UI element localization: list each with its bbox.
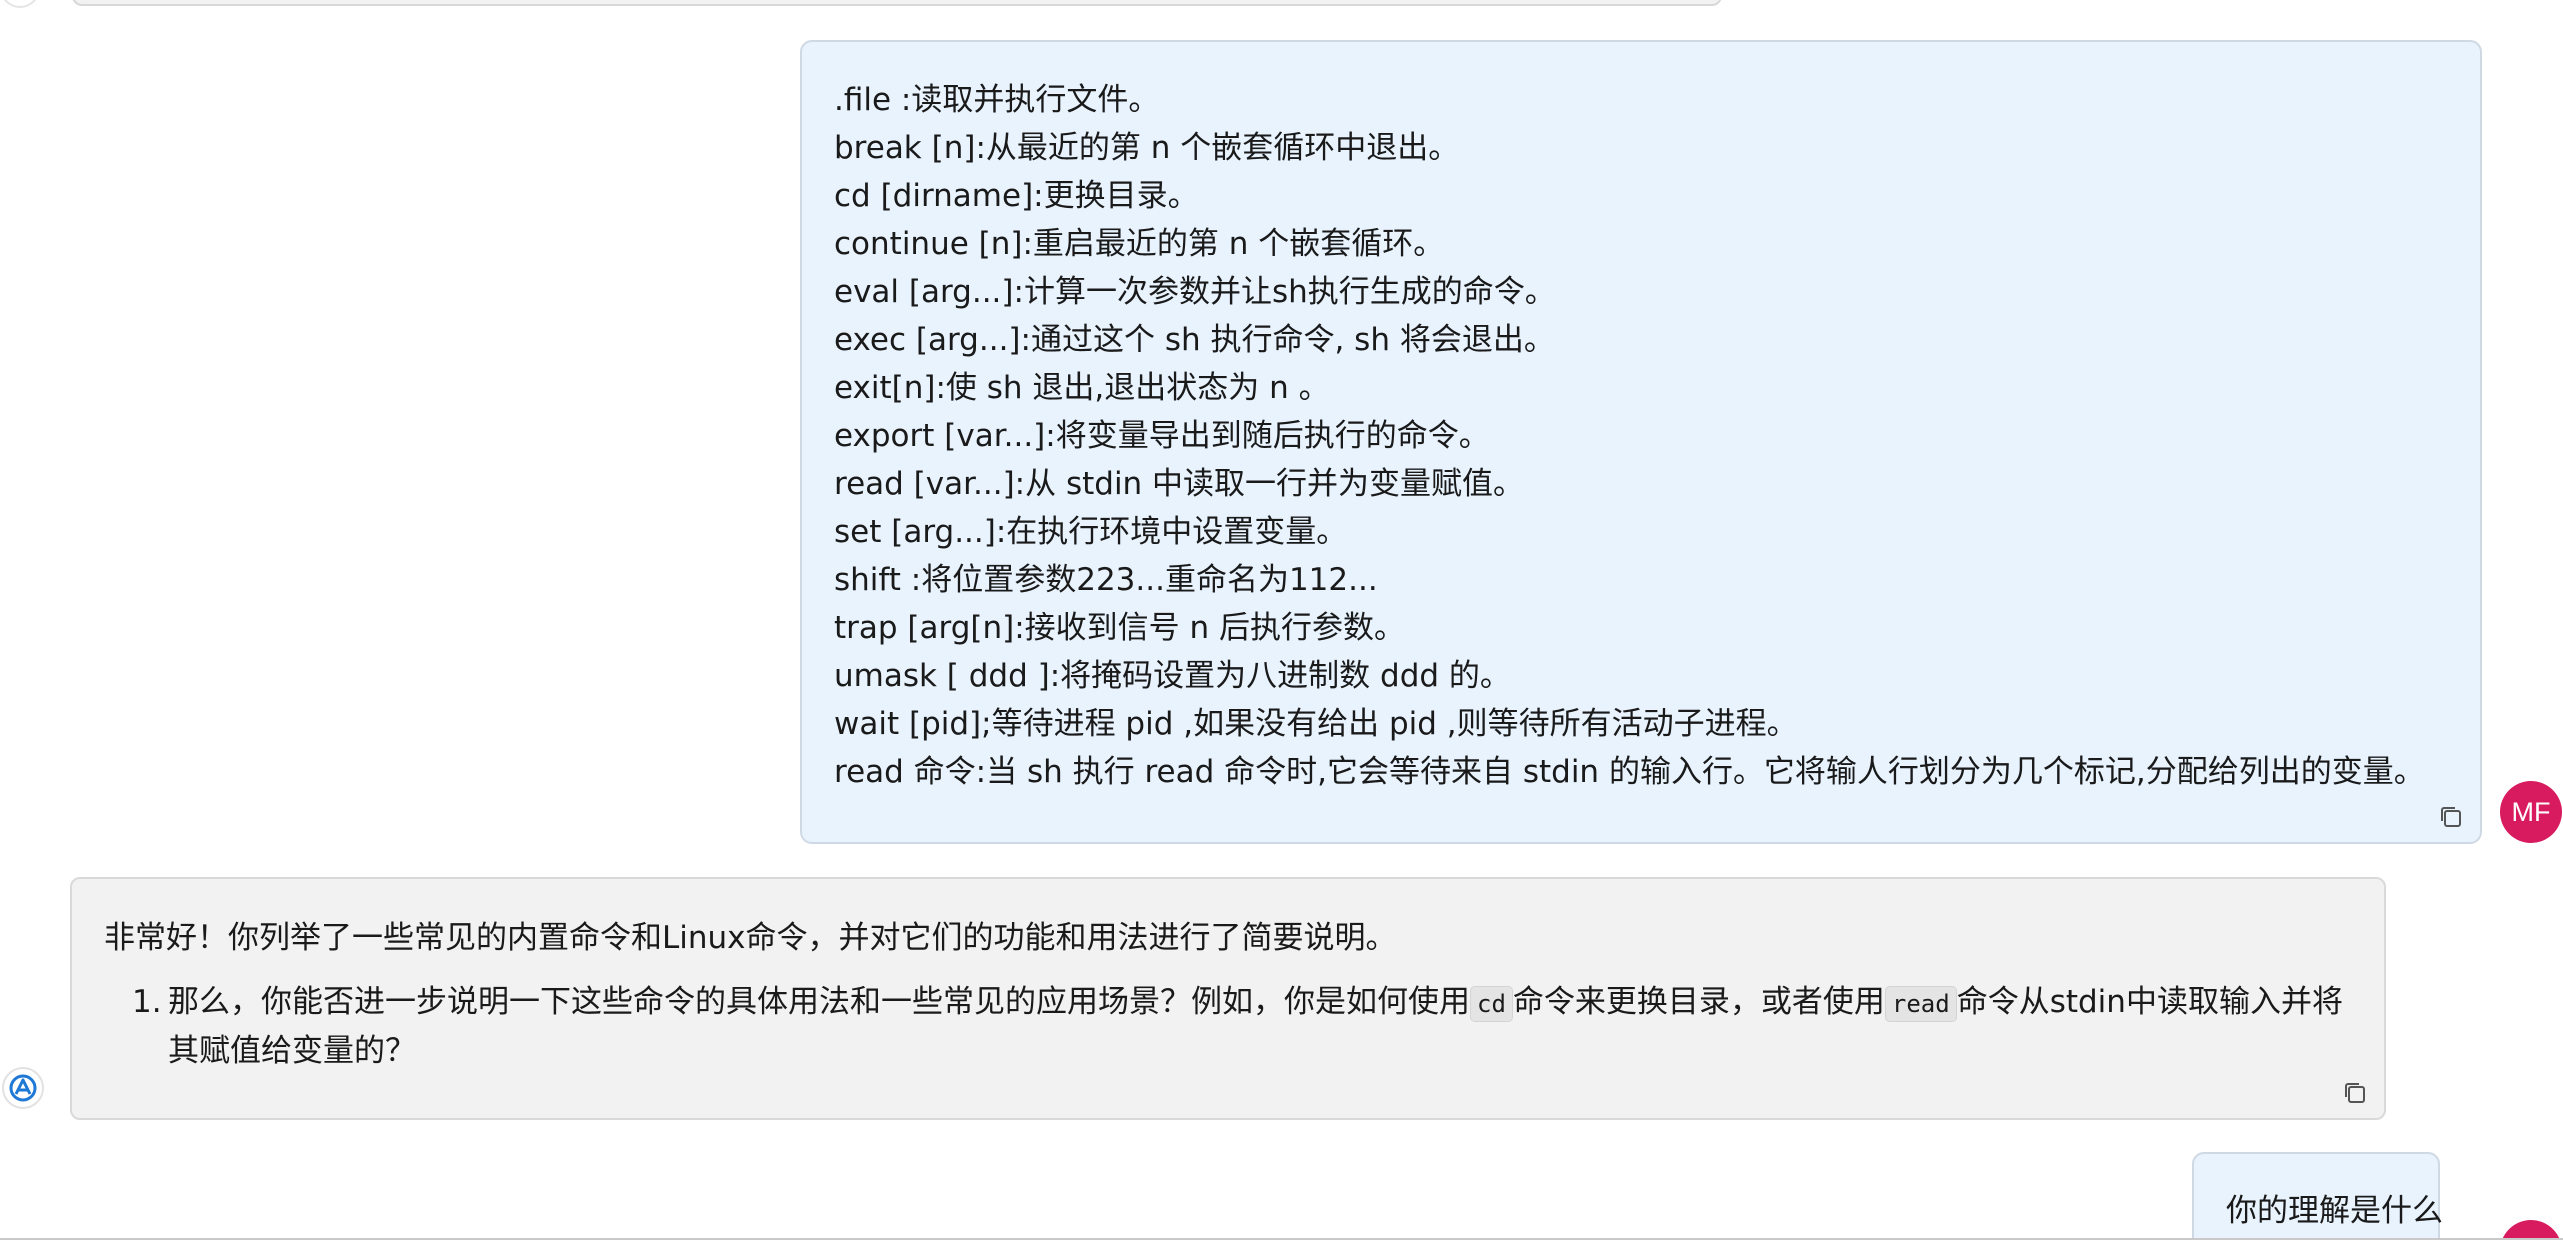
next-user-message-bubble: 你的理解是什么 (2192, 1152, 2443, 1246)
copy-icon[interactable] (2436, 802, 2466, 832)
list-item-text: 那么，你能否进一步说明一下这些命令的具体用法和一些常见的应用场景？例如，你是如何… (168, 984, 1470, 1020)
user-message-bubble: .file :读取并执行文件。 break [n]:从最近的第 n 个嵌套循环中… (800, 40, 2482, 844)
user-message-line: eval [arg...]:计算一次参数并让sh执行生成的命令。 (834, 274, 1556, 310)
user-message-line: cd [dirname]:更换目录。 (834, 178, 1199, 214)
copy-icon[interactable] (2340, 1078, 2370, 1108)
user-message-line: exec [arg...]:通过这个 sh 执行命令, sh 将会退出。 (834, 322, 1555, 358)
list-item-number: 1. (132, 984, 162, 1020)
chat-page: .file :读取并执行文件。 break [n]:从最近的第 n 个嵌套循环中… (0, 0, 2563, 1246)
user-message-line: exit[n]:使 sh 退出,退出状态为 n 。 (834, 370, 1330, 406)
bottom-divider (0, 1238, 2563, 1246)
user-message-line: read [var...]:从 stdin 中读取一行并为变量赋值。 (834, 466, 1525, 502)
user-message-line: shift :将位置参数223...重命名为112... (834, 562, 1378, 598)
user-message-line: trap [arg[n]:接收到信号 n 后执行参数。 (834, 610, 1406, 646)
user-message-line: wait [pid];等待进程 pid ,如果没有给出 pid ,则等待所有活动… (834, 706, 1798, 742)
inline-code: read (1884, 986, 1957, 1022)
user-message-line: read 命令:当 sh 执行 read 命令时,它会等待来自 stdin 的输… (834, 754, 2425, 790)
assistant-message-bubble: 非常好！你列举了一些常见的内置命令和Linux命令，并对它们的功能和用法进行了简… (70, 877, 2386, 1120)
user-avatar[interactable]: MF (2500, 781, 2562, 843)
user-message-line: export [var...]:将变量导出到随后执行的命令。 (834, 418, 1490, 454)
user-message-line: continue [n]:重启最近的第 n 个嵌套循环。 (834, 226, 1445, 262)
user-message-line: umask [ ddd ]:将掩码设置为八进制数 ddd 的。 (834, 658, 1511, 694)
previous-avatar (0, 0, 40, 8)
inline-code: cd (1470, 986, 1513, 1022)
user-message-line: .file :读取并执行文件。 (834, 82, 1160, 118)
next-user-message-text: 你的理解是什么 (2226, 1193, 2443, 1229)
assistant-intro-text: 非常好！你列举了一些常见的内置命令和Linux命令，并对它们的功能和用法进行了简… (104, 920, 1397, 956)
list-item: 1. 那么，你能否进一步说明一下这些命令的具体用法和一些常见的应用场景？例如，你是… (104, 979, 2348, 1075)
assistant-logo-icon (2, 1067, 44, 1109)
previous-message-bubble (72, 0, 1722, 6)
user-message-line: break [n]:从最近的第 n 个嵌套循环中退出。 (834, 130, 1460, 166)
user-message-line: set [arg...]:在执行环境中设置变量。 (834, 514, 1348, 550)
assistant-question-list: 1. 那么，你能否进一步说明一下这些命令的具体用法和一些常见的应用场景？例如，你是… (104, 979, 2352, 1075)
list-item-text: 命令来更换目录，或者使用 (1512, 984, 1885, 1020)
